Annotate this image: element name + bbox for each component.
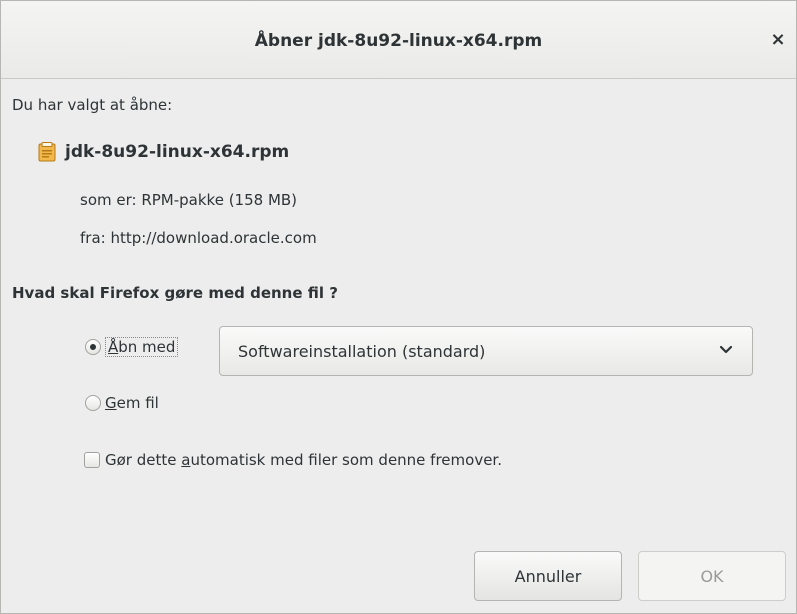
ok-button[interactable]: OK — [638, 551, 786, 601]
save-file-radio[interactable] — [85, 395, 101, 411]
file-source-info: fra: http://download.oracle.com — [80, 229, 317, 247]
open-with-option[interactable]: Åbn med — [85, 337, 179, 357]
package-file-icon — [38, 142, 56, 162]
open-with-label-text: bn med — [118, 338, 176, 356]
dialog-content: Du har valgt at åbne: jdk-8u92-linux-x64… — [1, 79, 796, 613]
file-row: jdk-8u92-linux-x64.rpm — [38, 142, 290, 162]
open-with-label[interactable]: Åbn med — [105, 337, 179, 357]
application-select-value: Softwareinstallation (standard) — [238, 341, 486, 361]
chevron-down-icon — [719, 345, 733, 354]
open-with-mnemonic: Å — [108, 338, 119, 356]
cancel-button[interactable]: Annuller — [474, 551, 622, 601]
save-file-label-text: em fil — [116, 394, 159, 412]
auto-action-prefix: Gør dette — [105, 451, 182, 469]
action-question: Hvad skal Firefox gøre med denne fil ? — [12, 284, 338, 302]
intro-text: Du har valgt at åbne: — [12, 96, 173, 114]
auto-action-label[interactable]: Gør dette automatisk med filer som denne… — [105, 451, 502, 469]
application-select[interactable]: Softwareinstallation (standard) — [219, 326, 753, 376]
save-file-option[interactable]: Gem fil — [85, 394, 159, 412]
auto-action-checkbox[interactable] — [84, 452, 100, 468]
dialog-title: Åbner jdk-8u92-linux-x64.rpm — [254, 31, 543, 51]
open-with-radio[interactable] — [85, 339, 101, 355]
save-file-label[interactable]: Gem fil — [105, 394, 159, 412]
auto-action-option[interactable]: Gør dette automatisk med filer som denne… — [84, 451, 502, 469]
file-type-info: som er: RPM-pakke (158 MB) — [80, 191, 298, 209]
save-file-mnemonic: G — [105, 394, 117, 412]
auto-action-rest: utomatisk med filer som denne fremover. — [190, 451, 502, 469]
titlebar[interactable]: Åbner jdk-8u92-linux-x64.rpm × — [1, 1, 796, 79]
download-dialog: Åbner jdk-8u92-linux-x64.rpm × Du har va… — [0, 0, 797, 614]
close-button[interactable]: × — [766, 28, 790, 52]
file-name: jdk-8u92-linux-x64.rpm — [65, 142, 290, 162]
